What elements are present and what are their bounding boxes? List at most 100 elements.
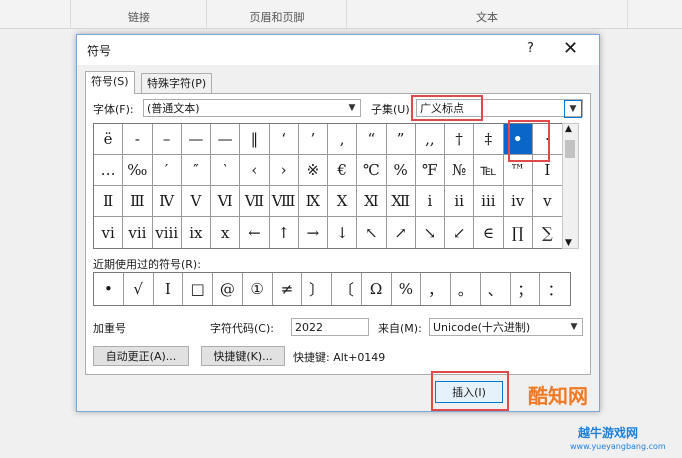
symbol-cell[interactable]: — — [181, 124, 211, 155]
symbol-cell[interactable]: ⅴ — [532, 186, 562, 217]
ribbon-group-text[interactable]: 文本 — [346, 0, 628, 28]
symbol-cell[interactable]: ℡ — [474, 155, 504, 186]
symbol-cell[interactable]: ℉ — [415, 155, 445, 186]
recent-symbol-cell[interactable]: 、 — [481, 273, 511, 305]
symbol-cell[interactable]: › — [269, 155, 299, 186]
tab-symbols[interactable]: 符号(S) — [85, 71, 135, 94]
symbol-cell[interactable]: Ⅸ — [298, 186, 328, 217]
symbol-dialog: 符号 ? ✕ 符号(S) 特殊字符(P) 字体(F): (普通文本) ▼ 子集(… — [76, 34, 600, 412]
symbol-cell[interactable]: ⅷ — [153, 217, 182, 248]
symbol-cell[interactable]: - — [123, 124, 153, 155]
symbol-cell[interactable]: Ⅴ — [181, 186, 211, 217]
symbol-cell[interactable]: ′ — [152, 155, 182, 186]
scroll-up-icon[interactable]: ▲ — [565, 124, 572, 134]
symbol-cell[interactable]: Ⅻ — [386, 186, 416, 217]
symbols-panel: 字体(F): (普通文本) ▼ 子集(U) 广义标点 ▼ ë - – — — ‖ ‘’, “”… — [85, 93, 591, 375]
font-select[interactable]: (普通文本) ▼ — [143, 99, 361, 117]
symbol-cell[interactable]: — — [211, 124, 241, 155]
tab-special-characters[interactable]: 特殊字符(P) — [141, 73, 213, 94]
chevron-down-icon: ▼ — [564, 100, 582, 118]
scroll-thumb[interactable] — [565, 140, 575, 158]
recent-symbol-cell[interactable]: √ — [124, 273, 154, 305]
symbol-cell[interactable]: ë — [94, 124, 124, 155]
symbol-cell[interactable]: , — [328, 124, 358, 155]
symbol-cell[interactable]: ↓ — [328, 217, 358, 248]
symbol-cell[interactable]: ← — [240, 217, 270, 248]
watermark-brand: 酷知网 — [528, 384, 588, 408]
symbol-cell[interactable]: ∈ — [474, 217, 504, 248]
symbol-cell[interactable]: ‖ — [240, 124, 270, 155]
recent-symbol-cell[interactable]: □ — [183, 273, 213, 305]
symbol-cell[interactable]: ↙ — [445, 217, 475, 248]
close-button[interactable]: ✕ — [563, 38, 578, 59]
from-select[interactable]: Unicode(十六进制) ▼ — [429, 318, 583, 336]
recent-symbol-cell[interactable]: % — [392, 273, 422, 305]
symbol-cell[interactable]: ⅸ — [182, 217, 211, 248]
symbol-cell[interactable]: ↗ — [387, 217, 416, 248]
recent-symbol-cell[interactable]: ① — [243, 273, 273, 305]
recent-symbol-cell[interactable]: • — [94, 273, 124, 305]
symbol-cell[interactable]: ⅵ — [94, 217, 124, 248]
symbol-cell[interactable]: Ⅺ — [357, 186, 387, 217]
recent-symbol-cell[interactable]: 〕 — [302, 273, 332, 305]
subset-highlight-box — [411, 95, 483, 121]
recent-symbol-cell[interactable]: ： — [540, 273, 570, 305]
symbol-cell[interactable]: ‹ — [240, 155, 270, 186]
symbol-cell[interactable]: ※ — [298, 155, 328, 186]
autocorrect-button[interactable]: 自动更正(A)... — [93, 346, 189, 366]
selected-symbol-highlight-box — [508, 120, 550, 162]
symbol-cell[interactable]: ℃ — [357, 155, 387, 186]
symbol-cell[interactable]: € — [328, 155, 358, 186]
symbol-cell[interactable]: ↑ — [270, 217, 299, 248]
symbol-cell[interactable]: № — [445, 155, 475, 186]
symbol-cell[interactable]: ’ — [298, 124, 328, 155]
symbol-cell[interactable]: ″ — [181, 155, 211, 186]
symbol-cell[interactable]: † — [445, 124, 475, 155]
ribbon-group-links[interactable]: 链接 — [70, 0, 207, 28]
char-code-input[interactable]: 2022 — [291, 318, 369, 336]
scroll-down-icon[interactable]: ▼ — [565, 238, 572, 248]
symbol-cell[interactable]: ⅳ — [503, 186, 533, 217]
recent-symbol-cell[interactable]: @ — [213, 273, 243, 305]
symbol-cell[interactable]: Ⅷ — [269, 186, 299, 217]
symbol-grid-scrollbar[interactable]: ▲ ▼ — [562, 123, 579, 249]
symbol-cell[interactable]: ⅱ — [445, 186, 475, 217]
shortcut-key-button[interactable]: 快捷键(K)... — [201, 346, 285, 366]
recent-symbol-cell[interactable]: ， — [421, 273, 451, 305]
recent-symbol-cell[interactable]: Ⅰ — [154, 273, 184, 305]
recent-symbol-cell[interactable]: ； — [511, 273, 541, 305]
symbol-cell[interactable]: ,, — [415, 124, 445, 155]
symbol-cell[interactable]: Ⅵ — [211, 186, 241, 217]
insert-highlight-box — [431, 371, 509, 411]
symbol-cell[interactable]: ∏ — [504, 217, 533, 248]
symbol-cell[interactable]: Ⅱ — [94, 186, 124, 217]
recent-symbol-cell[interactable]: Ω — [362, 273, 392, 305]
symbol-cell[interactable]: Ⅶ — [240, 186, 270, 217]
recent-symbols-label: 近期使用过的符号(R): — [93, 258, 201, 271]
symbol-cell[interactable]: → — [299, 217, 328, 248]
recent-symbol-cell[interactable]: ≠ — [273, 273, 303, 305]
symbol-cell[interactable]: ‵ — [211, 155, 241, 186]
recent-symbol-cell[interactable]: 。 — [451, 273, 481, 305]
symbol-cell[interactable]: ⅹ — [211, 217, 241, 248]
symbol-cell[interactable]: – — [152, 124, 182, 155]
symbol-cell[interactable]: ‡ — [474, 124, 504, 155]
symbol-cell[interactable]: Ⅳ — [152, 186, 182, 217]
symbol-cell[interactable]: ‘ — [269, 124, 299, 155]
recent-symbol-cell[interactable]: 〔 — [332, 273, 362, 305]
symbol-cell[interactable]: … — [94, 155, 124, 186]
symbol-cell[interactable]: ↖ — [357, 217, 387, 248]
ribbon-group-header-footer[interactable]: 页眉和页脚 — [206, 0, 347, 28]
symbol-cell[interactable]: % — [386, 155, 416, 186]
symbol-cell[interactable]: Ⅲ — [123, 186, 153, 217]
symbol-cell[interactable]: Ⅹ — [328, 186, 358, 217]
symbol-cell[interactable]: ⅶ — [123, 217, 153, 248]
symbol-cell[interactable]: ∑ — [533, 217, 562, 248]
symbol-cell[interactable]: ↘ — [416, 217, 445, 248]
symbol-cell[interactable]: ” — [386, 124, 416, 155]
symbol-cell[interactable]: ‰ — [123, 155, 153, 186]
symbol-cell[interactable]: ⅰ — [415, 186, 445, 217]
symbol-cell[interactable]: ⅲ — [474, 186, 504, 217]
symbol-cell[interactable]: “ — [357, 124, 387, 155]
help-button[interactable]: ? — [527, 41, 534, 56]
